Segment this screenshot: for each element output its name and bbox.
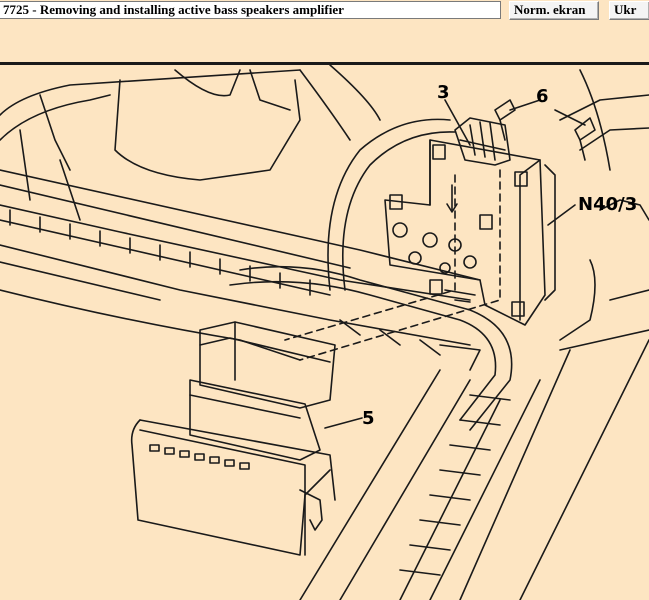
amplifier-installation-diagram: 3 6 N40/3 5 bbox=[0, 65, 649, 600]
document-title: 7725 - Removing and installing active ba… bbox=[0, 1, 501, 19]
callout-n40-3: N40/3 bbox=[578, 194, 637, 215]
callout-6: 6 bbox=[536, 86, 549, 107]
ukr-button[interactable]: Ukr bbox=[609, 1, 649, 20]
normal-screen-button[interactable]: Norm. ekran bbox=[509, 1, 599, 20]
callout-5: 5 bbox=[362, 408, 375, 429]
toolbar: 7725 - Removing and installing active ba… bbox=[0, 0, 649, 22]
callout-3: 3 bbox=[437, 82, 450, 103]
